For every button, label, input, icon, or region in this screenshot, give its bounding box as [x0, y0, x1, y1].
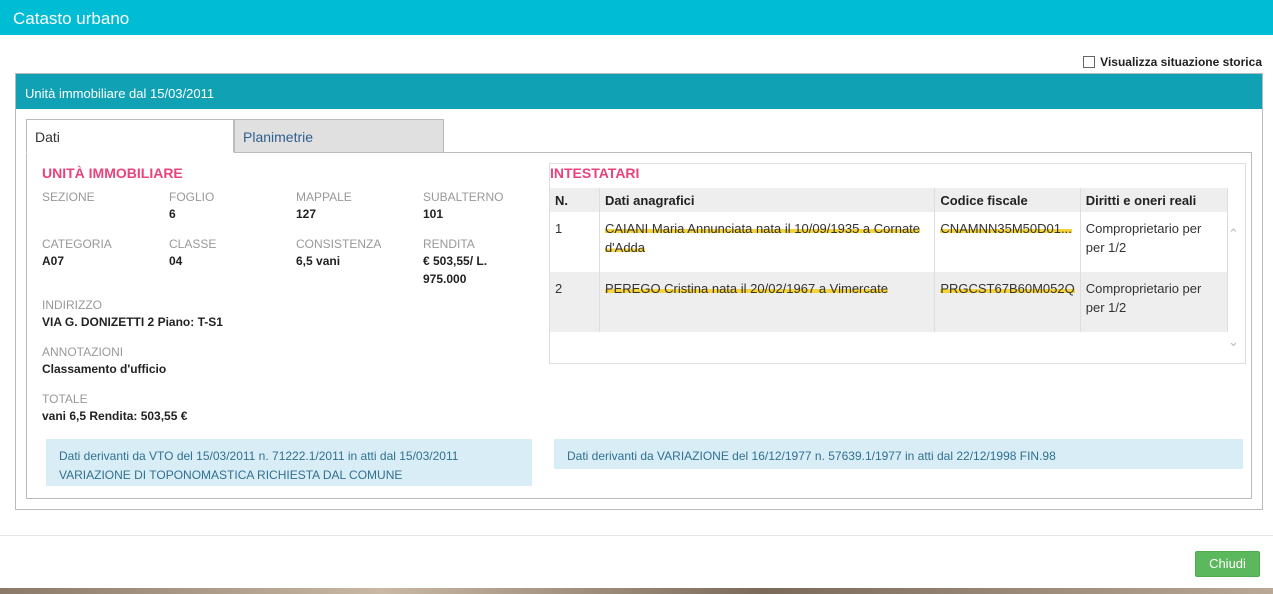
row-cf: PRGCST67B60M052Q — [934, 272, 1081, 332]
mappale-label: MAPPALE — [296, 190, 352, 204]
subalterno-value: 101 — [423, 207, 444, 221]
foglio-label: FOGLIO — [169, 190, 215, 204]
classe-label: CLASSE — [169, 237, 217, 251]
col-n: N. — [550, 188, 600, 212]
tab-content: UNITÀ IMMOBILIARE SEZIONE FOGLIO 6 MAPPA… — [26, 152, 1252, 499]
row-n: 2 — [550, 272, 600, 332]
categoria-label: CATEGORIA — [42, 237, 112, 251]
note-left: Dati derivanti da VTO del 15/03/2011 n. … — [46, 439, 532, 486]
panel-title: Unità immobiliare dal 15/03/2011 — [16, 74, 1262, 109]
history-label: Visualizza situazione storica — [1100, 55, 1262, 69]
rendita-value: € 503,55/ L. 975.000 — [423, 254, 488, 286]
foglio-value: 6 — [169, 207, 176, 221]
row-dati-text: CAIANI Maria Annunciata nata il 10/09/19… — [604, 221, 921, 255]
row-dati-text: PEREGO Cristina nata il 20/02/1967 a Vim… — [604, 281, 888, 296]
note-right: Dati derivanti da VARIAZIONE del 16/12/1… — [554, 439, 1243, 469]
consistenza-label: CONSISTENZA — [296, 237, 382, 251]
history-toggle[interactable]: Visualizza situazione storica — [1083, 55, 1262, 69]
col-diritti: Diritti e oneri reali — [1080, 188, 1229, 212]
scroll-down-icon[interactable]: ⌄ — [1228, 334, 1239, 350]
totale-value: vani 6,5 Rendita: 503,55 € — [42, 409, 188, 423]
row-diritti: Comproprietario per per 1/2 — [1080, 272, 1229, 332]
mappale-value: 127 — [296, 207, 317, 221]
totale-label: TOTALE — [42, 392, 88, 406]
row-dati: CAIANI Maria Annunciata nata il 10/09/19… — [599, 212, 936, 272]
col-cf: Codice fiscale — [934, 188, 1081, 212]
row-dati: PEREGO Cristina nata il 20/02/1967 a Vim… — [599, 272, 936, 332]
row-cf: CNAMNN35M50D01... — [934, 212, 1081, 272]
indirizzo-label: INDIRIZZO — [42, 298, 102, 312]
background-strip — [0, 588, 1273, 594]
window-title: Catasto urbano — [0, 0, 1273, 35]
unit-panel: Unità immobiliare dal 15/03/2011 Dati Pl… — [15, 73, 1263, 510]
owners-table: N. Dati anagrafici Codice fiscale Diritt… — [550, 188, 1229, 332]
unit-section-title: UNITÀ IMMOBILIARE — [42, 165, 183, 181]
history-checkbox[interactable] — [1083, 56, 1096, 68]
row-diritti: Comproprietario per per 1/2 — [1080, 212, 1229, 272]
categoria-value: A07 — [42, 254, 65, 268]
consistenza-value: 6,5 vani — [296, 254, 341, 268]
tab-planimetrie[interactable]: Planimetrie — [234, 119, 444, 153]
row-cf-text: PRGCST67B60M052Q — [940, 281, 1075, 296]
tab-bar: Dati Planimetrie — [26, 119, 444, 153]
indirizzo-value: VIA G. DONIZETTI 2 Piano: T-S1 — [42, 315, 223, 329]
table-row[interactable]: 2 PEREGO Cristina nata il 20/02/1967 a V… — [550, 272, 1229, 332]
owners-box: INTESTATARI N. Dati anagrafici Codice fi… — [549, 163, 1246, 364]
scroll-up-icon[interactable]: ⌃ — [1228, 226, 1239, 242]
classe-value: 04 — [169, 254, 183, 268]
sezione-label: SEZIONE — [42, 190, 95, 204]
annotazioni-value: Classamento d'ufficio — [42, 362, 167, 376]
row-n: 1 — [550, 212, 600, 272]
footer-divider — [0, 535, 1273, 536]
col-dati: Dati anagrafici — [599, 188, 936, 212]
tab-dati[interactable]: Dati — [26, 119, 234, 153]
table-row[interactable]: 1 CAIANI Maria Annunciata nata il 10/09/… — [550, 212, 1229, 272]
row-cf-text: CNAMNN35M50D01... — [940, 221, 1072, 236]
rendita-label: RENDITA — [423, 237, 475, 251]
close-button[interactable]: Chiudi — [1195, 551, 1260, 577]
annotazioni-label: ANNOTAZIONI — [42, 345, 124, 359]
owners-section-title: INTESTATARI — [550, 165, 640, 181]
subalterno-label: SUBALTERNO — [423, 190, 504, 204]
